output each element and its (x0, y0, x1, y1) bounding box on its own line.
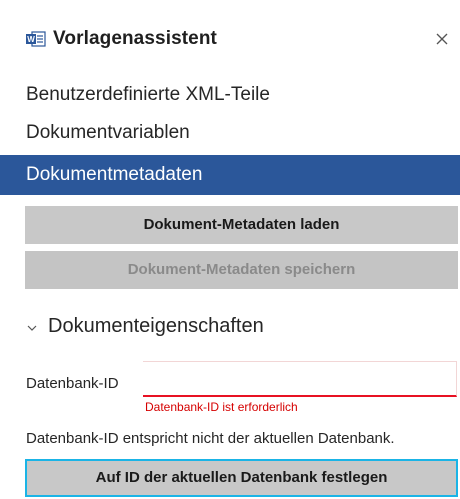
nav-item-custom-xml-parts[interactable]: Benutzerdefinierte XML-Teile (0, 75, 460, 115)
database-id-error: Datenbank-ID ist erforderlich (145, 400, 298, 414)
task-pane: W Vorlagenassistent Benutzerdefinierte X… (0, 0, 460, 499)
close-icon[interactable] (434, 31, 450, 47)
set-current-database-button[interactable]: Auf ID der aktuellen Datenbank festlegen (25, 459, 458, 497)
section-header-document-properties[interactable]: Dokumenteigenschaften (26, 312, 264, 340)
section-title: Dokumenteigenschaften (48, 314, 264, 337)
pane-title: Vorlagenassistent (53, 28, 217, 49)
pane-header: W Vorlagenassistent (0, 0, 460, 76)
nav-item-document-variables[interactable]: Dokumentvariablen (0, 113, 460, 153)
load-metadata-button[interactable]: Dokument-Metadaten laden (25, 206, 458, 244)
database-id-input[interactable] (143, 361, 457, 397)
database-id-label: Datenbank-ID (26, 375, 119, 392)
database-mismatch-message: Datenbank-ID entspricht nicht der aktuel… (26, 430, 395, 447)
chevron-down-icon (26, 321, 38, 333)
svg-text:W: W (27, 35, 35, 44)
nav-item-document-metadata[interactable]: Dokumentmetadaten (0, 155, 460, 195)
word-document-icon: W (26, 31, 46, 47)
save-metadata-button[interactable]: Dokument-Metadaten speichern (25, 251, 458, 289)
